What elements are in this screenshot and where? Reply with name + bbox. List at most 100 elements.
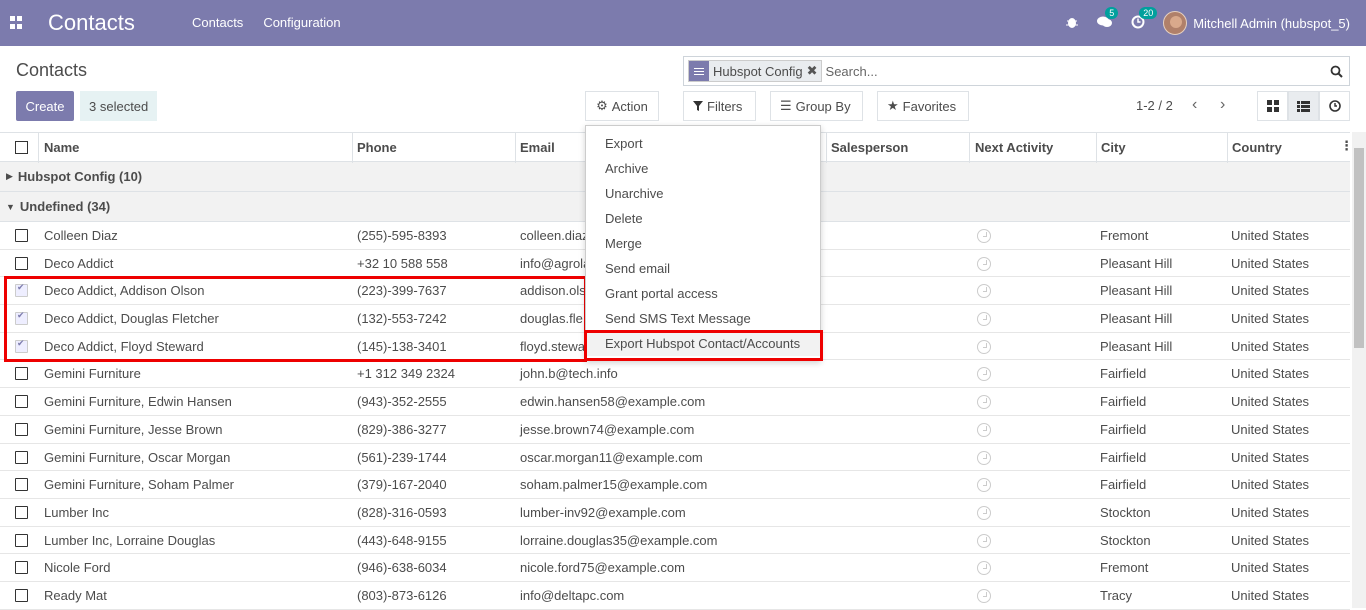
select-all-checkbox[interactable]: [15, 141, 28, 154]
filters-button[interactable]: Filters: [683, 91, 756, 121]
debug-bug-icon[interactable]: [1065, 15, 1079, 32]
menu-configuration[interactable]: Configuration: [263, 15, 340, 30]
chat-count-badge: 5: [1105, 6, 1119, 19]
activity-count-badge: 20: [1139, 6, 1158, 19]
row-checkbox[interactable]: [15, 256, 28, 270]
row-email: lorraine.douglas35@example.com: [520, 532, 718, 548]
user-name[interactable]: Mitchell Admin (hubspot_5): [1193, 16, 1350, 31]
row-email: info@agrola: [520, 255, 591, 271]
facet-remove-icon[interactable]: ✖: [807, 63, 821, 79]
table-row[interactable]: Nicole Ford (946)-638-6034 nicole.ford75@e…: [0, 554, 1350, 582]
activity-clock-icon[interactable]: 20: [1131, 6, 1158, 32]
action-dropdown-menu: Export Archive Unarchive Delete Merge Send em…: [585, 125, 821, 361]
row-country: United States: [1231, 504, 1310, 520]
row-checkbox[interactable]: [15, 478, 28, 492]
row-city: Fremont: [1100, 560, 1149, 576]
activity-clock-icon[interactable]: [977, 561, 991, 576]
table-row[interactable]: Gemini Furniture +1 312 349 2324 john.b@te…: [0, 360, 1350, 389]
activity-clock-icon[interactable]: [977, 256, 991, 271]
activity-clock-icon[interactable]: [977, 450, 991, 465]
search-icon[interactable]: [1323, 65, 1349, 78]
activity-clock-icon[interactable]: [977, 312, 991, 327]
action-menu-item[interactable]: Send SMS Text Message: [586, 306, 820, 331]
row-checkbox[interactable]: [15, 422, 28, 436]
pager-previous-icon[interactable]: ‹: [1192, 96, 1197, 114]
favorites-button[interactable]: ★ Favorites: [877, 91, 969, 121]
kanban-view-icon[interactable]: [1257, 91, 1288, 121]
activity-view-icon[interactable]: [1319, 91, 1350, 121]
activity-clock-icon[interactable]: [977, 588, 991, 603]
action-menu-item[interactable]: Archive: [586, 156, 820, 181]
chat-icon[interactable]: 5: [1097, 6, 1119, 32]
row-email: floyd.stewa: [520, 338, 586, 354]
activity-clock-icon[interactable]: [977, 533, 991, 548]
activity-clock-icon[interactable]: [977, 284, 991, 299]
row-checkbox[interactable]: [15, 229, 28, 242]
table-row[interactable]: Gemini Furniture, Oscar Morgan (561)-239-…: [0, 444, 1350, 472]
menu-contacts[interactable]: Contacts: [192, 15, 243, 30]
table-row[interactable]: Gemini Furniture, Soham Palmer (379)-167-…: [0, 471, 1350, 499]
col-name[interactable]: Name: [44, 140, 79, 155]
row-email: oscar.morgan11@example.com: [520, 449, 703, 465]
table-row[interactable]: Lumber Inc, Lorraine Douglas (443)-648-91…: [0, 527, 1350, 555]
table-row[interactable]: Ready Mat (803)-873-6126 info@deltapc.com T…: [0, 582, 1350, 610]
group-by-button[interactable]: ☰ Group By: [770, 91, 863, 121]
scroll-thumb[interactable]: [1354, 148, 1364, 348]
action-menu-item[interactable]: Delete: [586, 206, 820, 231]
row-checkbox[interactable]: [15, 310, 28, 326]
apps-menu-icon[interactable]: [10, 16, 23, 29]
table-row[interactable]: Gemini Furniture, Edwin Hansen (943)-352-…: [0, 388, 1350, 416]
action-menu-item[interactable]: Export Hubspot Contact/Accounts: [586, 331, 820, 356]
row-checkbox[interactable]: [15, 338, 28, 353]
row-checkbox[interactable]: [15, 561, 28, 575]
group-label: Undefined (34): [19, 199, 111, 214]
row-checkbox[interactable]: [15, 282, 28, 298]
row-email: colleen.diaz: [520, 228, 589, 243]
table-row[interactable]: Lumber Inc (828)-316-0593 lumber-inv92@exa…: [0, 499, 1350, 527]
row-email: lumber-inv92@example.com: [520, 504, 686, 520]
col-city[interactable]: City: [1101, 140, 1126, 155]
activity-clock-icon[interactable]: [977, 339, 991, 354]
activity-clock-icon[interactable]: [977, 422, 991, 437]
group-label: Hubspot Config (10): [17, 169, 143, 184]
col-country[interactable]: Country: [1232, 140, 1282, 155]
action-button[interactable]: ⚙ Action: [585, 91, 659, 121]
pager-value[interactable]: 1-2 / 2: [1136, 98, 1173, 113]
row-checkbox[interactable]: [15, 588, 28, 602]
action-menu-item[interactable]: Export: [586, 131, 820, 156]
row-city: Pleasant Hill: [1100, 311, 1173, 327]
action-menu-item[interactable]: Merge: [586, 231, 820, 256]
search-input[interactable]: [825, 63, 1323, 79]
pager-next-icon[interactable]: ›: [1220, 96, 1225, 114]
row-name: Deco Addict, Douglas Fletcher: [44, 311, 219, 327]
row-phone: +1 312 349 2324: [357, 366, 455, 382]
activity-clock-icon[interactable]: [977, 367, 991, 382]
col-next-activity[interactable]: Next Activity: [975, 140, 1053, 155]
row-email: john.b@tech.info: [520, 366, 618, 382]
create-button[interactable]: Create: [16, 91, 74, 121]
row-email: jesse.brown74@example.com: [520, 421, 695, 437]
row-checkbox[interactable]: [15, 505, 28, 519]
activity-clock-icon[interactable]: [977, 229, 991, 243]
row-checkbox[interactable]: [15, 395, 28, 409]
action-menu-item[interactable]: Send email: [586, 256, 820, 281]
user-avatar[interactable]: [1163, 11, 1188, 35]
table-row[interactable]: Gemini Furniture, Jesse Brown (829)-386-3…: [0, 416, 1350, 444]
action-menu-item[interactable]: Unarchive: [586, 181, 820, 206]
row-phone: (443)-648-9155: [357, 532, 447, 548]
activity-clock-icon[interactable]: [977, 505, 991, 520]
activity-clock-icon[interactable]: [977, 395, 991, 410]
caret-right-icon: ▶: [6, 171, 13, 181]
col-salesperson[interactable]: Salesperson: [831, 140, 908, 155]
vertical-scrollbar[interactable]: [1352, 132, 1366, 608]
list-view-icon[interactable]: [1288, 91, 1319, 121]
row-country: United States: [1231, 255, 1310, 271]
col-email[interactable]: Email: [520, 140, 555, 155]
row-checkbox[interactable]: [15, 450, 28, 464]
row-checkbox[interactable]: [15, 533, 28, 547]
row-checkbox[interactable]: [15, 367, 28, 381]
action-label: Action: [611, 98, 648, 114]
activity-clock-icon[interactable]: [977, 478, 991, 493]
col-phone[interactable]: Phone: [357, 140, 397, 155]
action-menu-item[interactable]: Grant portal access: [586, 281, 820, 306]
